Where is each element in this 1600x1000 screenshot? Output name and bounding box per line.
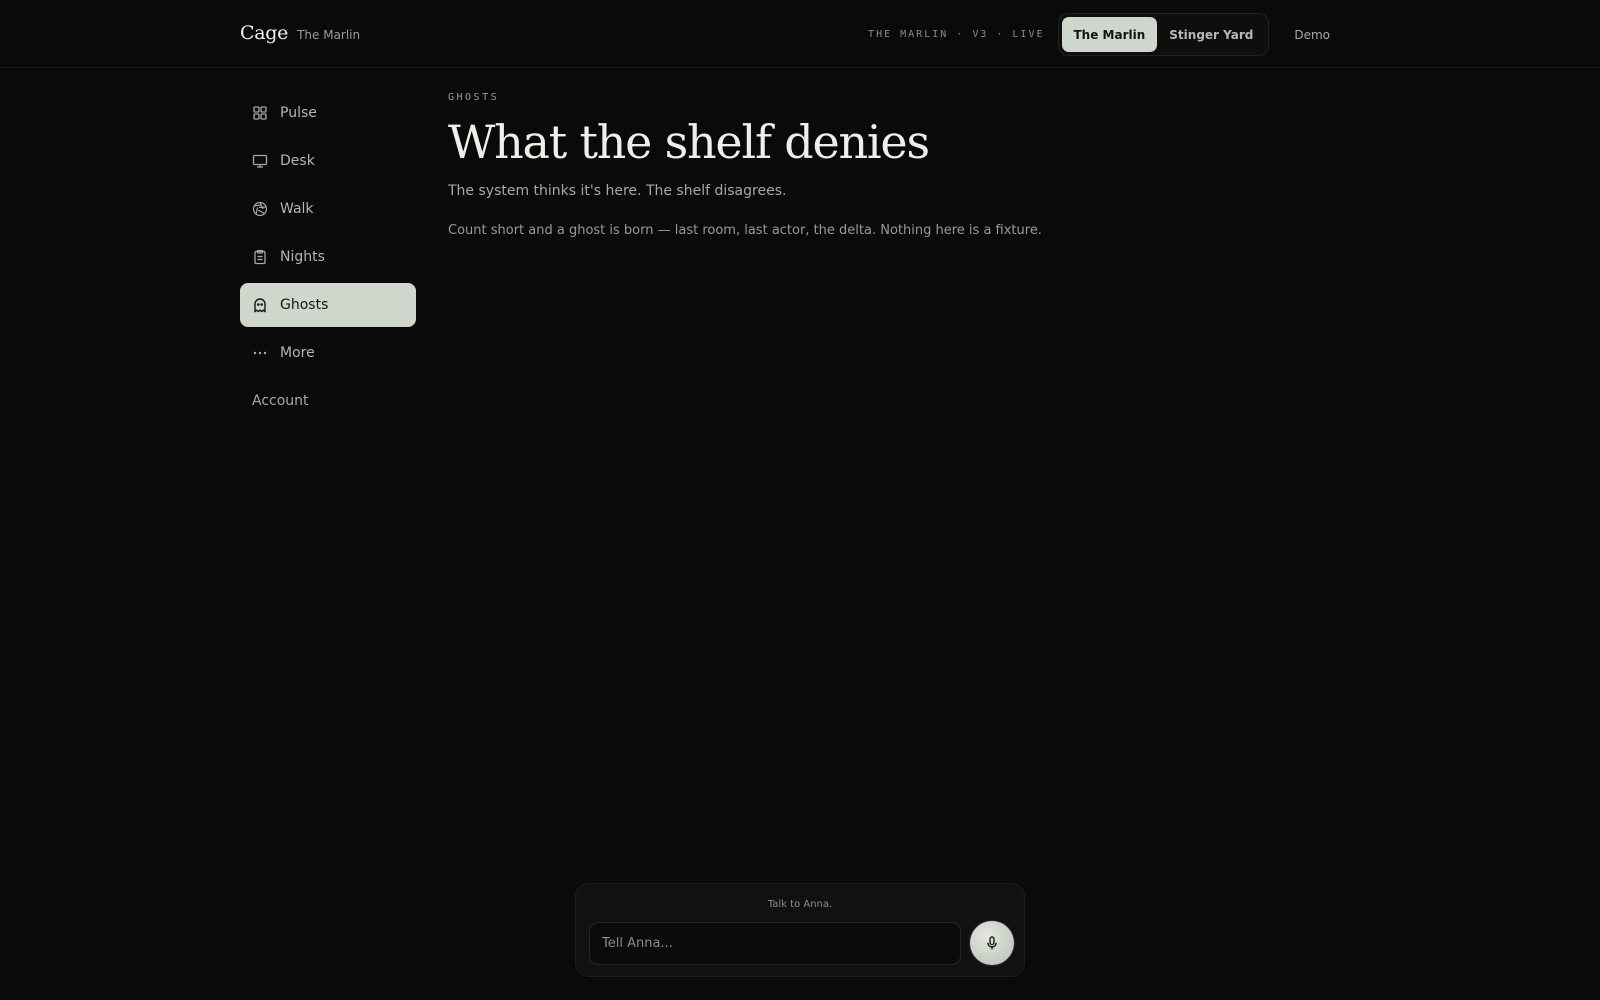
sidebar-item-walk[interactable]: Walk <box>240 187 416 231</box>
sidebar-item-nights[interactable]: Nights <box>240 235 416 279</box>
chat-input[interactable] <box>589 921 961 965</box>
more-icon <box>252 345 268 361</box>
top-bar: Cage The Marlin THE MARLIN · V3 · LIVE T… <box>0 0 1600 68</box>
sidebar-item-label: Walk <box>280 201 314 217</box>
brand-name: Cage <box>240 22 289 44</box>
page-title: What the shelf denies <box>448 115 930 169</box>
sidebar-item-ghosts[interactable]: Ghosts <box>240 283 416 327</box>
page-description: Count short and a ghost is born — last r… <box>448 223 1042 238</box>
sidebar-item-label: Desk <box>280 153 315 169</box>
chat-composer: Talk to Anna. <box>575 883 1025 977</box>
sidebar-item-more[interactable]: More <box>240 331 416 375</box>
sidebar: Pulse Desk Walk Nights Ghosts More Accou… <box>240 91 416 423</box>
page-subtitle: The system thinks it's here. The shelf d… <box>448 183 787 199</box>
main-content: GHOSTS What the shelf denies The system … <box>448 92 1348 238</box>
composer-row <box>589 921 1014 965</box>
top-right-controls: THE MARLIN · V3 · LIVE The Marlin Stinge… <box>868 13 1330 56</box>
aperture-icon <box>252 201 268 217</box>
sidebar-item-label: Pulse <box>280 105 317 121</box>
site-switcher: The Marlin Stinger Yard <box>1057 13 1270 56</box>
sidebar-item-label: Ghosts <box>280 297 329 313</box>
microphone-icon <box>984 935 1000 951</box>
sidebar-item-desk[interactable]: Desk <box>240 139 416 183</box>
section-eyebrow: GHOSTS <box>448 92 500 103</box>
sidebar-item-pulse[interactable]: Pulse <box>240 91 416 135</box>
site-tab-the-marlin[interactable]: The Marlin <box>1061 17 1158 52</box>
account-link[interactable]: Account <box>240 379 416 423</box>
status-label: THE MARLIN · V3 · LIVE <box>868 29 1045 40</box>
demo-link[interactable]: Demo <box>1294 28 1330 42</box>
monitor-icon <box>252 153 268 169</box>
grid-icon <box>252 105 268 121</box>
site-tab-stinger-yard[interactable]: Stinger Yard <box>1157 17 1265 52</box>
brand[interactable]: Cage The Marlin <box>240 22 360 44</box>
clipboard-icon <box>252 249 268 265</box>
mic-button[interactable] <box>970 921 1014 965</box>
ghost-icon <box>252 297 268 313</box>
composer-label: Talk to Anna. <box>767 899 833 910</box>
sidebar-item-label: More <box>280 345 315 361</box>
sidebar-item-label: Nights <box>280 249 325 265</box>
brand-subtitle: The Marlin <box>297 28 361 42</box>
